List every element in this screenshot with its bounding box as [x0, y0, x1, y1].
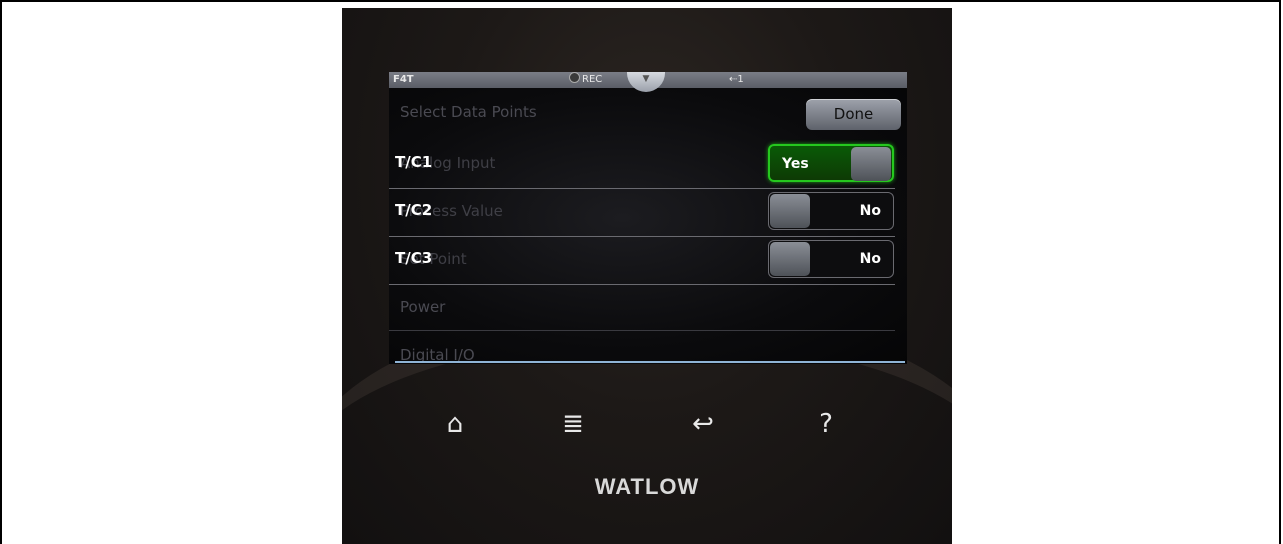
brand-logo: WATLOW [594, 474, 700, 499]
done-button[interactable]: Done [806, 99, 901, 130]
toggle-state-label: No [859, 203, 881, 219]
toggle-switch[interactable]: No [768, 192, 894, 230]
row-channel-label: T/C1 [395, 153, 433, 171]
touch-screen: F4T REC ▼ ⇠1 Select Data Points Done Ana… [389, 72, 907, 364]
list-item-digital-io[interactable]: Digital I/O [389, 332, 895, 364]
usb-count: 1 [737, 74, 744, 85]
toggle-knob[interactable] [770, 242, 810, 276]
model-label: F4T [393, 74, 414, 85]
rec-indicator: REC [569, 72, 602, 88]
list-item-power[interactable]: Power [389, 284, 895, 331]
usb-indicator: ⇠1 [729, 72, 744, 88]
data-point-row: Analog Input T/C1 Yes [389, 140, 895, 189]
pull-down-tab[interactable]: ▼ [627, 72, 665, 92]
list-item-label: Power [400, 298, 446, 316]
menu-button[interactable]: ≣ [553, 404, 593, 444]
toggle-knob[interactable] [770, 194, 810, 228]
rec-label: REC [582, 74, 603, 85]
toggle-state-label: No [859, 251, 881, 267]
chevron-down-icon: ▼ [642, 74, 650, 84]
back-button[interactable]: ↩ [683, 404, 723, 444]
toggle-switch[interactable]: No [768, 240, 894, 278]
status-bar: F4T REC ▼ ⇠1 [389, 72, 907, 92]
screen-title: Select Data Points [400, 103, 537, 121]
back-icon: ↩ [692, 409, 714, 439]
scroll-indicator [395, 361, 905, 363]
menu-icon: ≣ [562, 409, 584, 439]
toggle-state-label: Yes [782, 156, 809, 172]
data-point-row: Process Value T/C2 No [389, 188, 895, 237]
row-channel-label: T/C2 [395, 201, 433, 219]
help-button[interactable]: ? [806, 404, 846, 444]
data-point-row: Set Point T/C3 No [389, 236, 895, 285]
controller-device: F4T REC ▼ ⇠1 Select Data Points Done Ana… [342, 8, 952, 544]
toggle-knob[interactable] [851, 147, 891, 181]
help-icon: ? [819, 409, 833, 439]
toggle-switch[interactable]: Yes [768, 144, 894, 182]
record-icon [569, 72, 580, 83]
home-button[interactable]: ⌂ [435, 404, 475, 444]
hardware-nav-bar: ⌂ ≣ ↩ ? [342, 404, 952, 444]
home-icon: ⌂ [446, 409, 464, 439]
row-channel-label: T/C3 [395, 249, 433, 267]
